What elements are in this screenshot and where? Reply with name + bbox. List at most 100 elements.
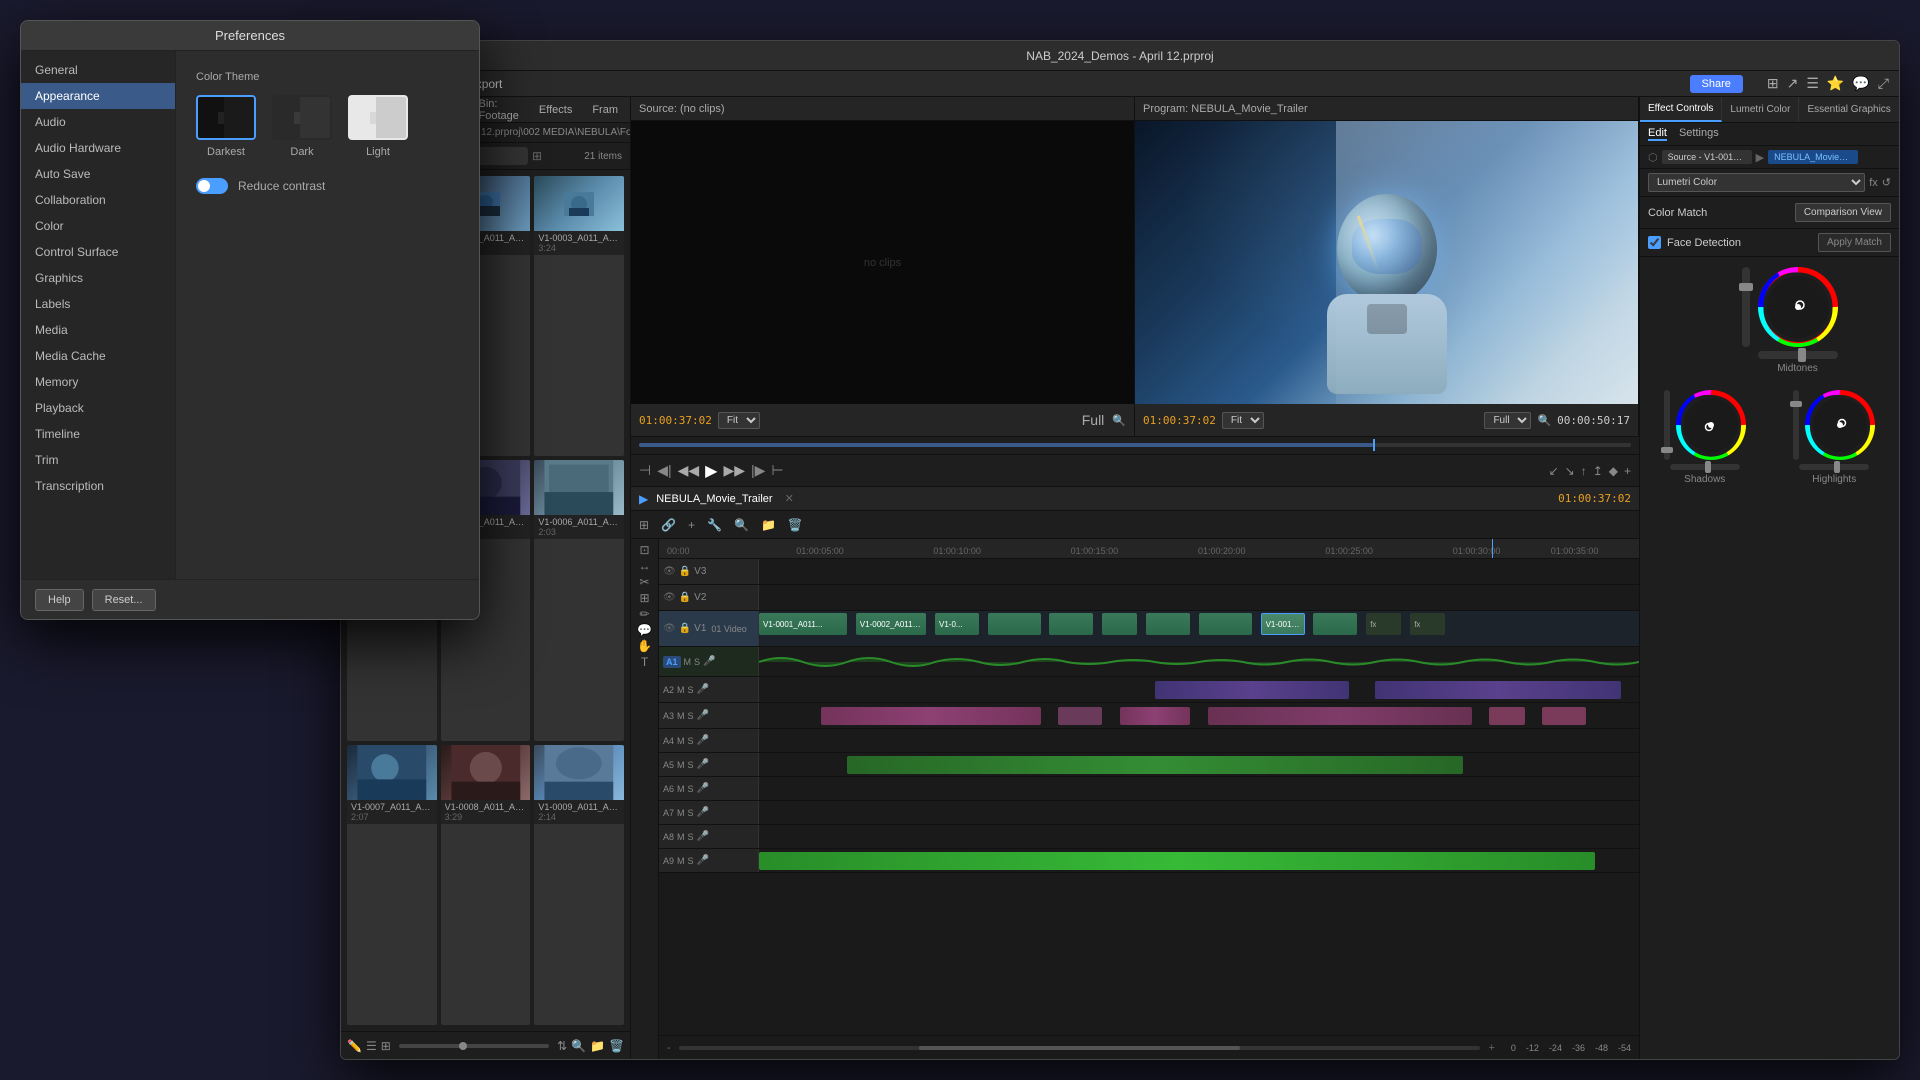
media-clip-8[interactable]: V1-0008_A011_A02... 3:29 [441, 745, 531, 1025]
pref-item-transcription[interactable]: Transcription [21, 473, 175, 499]
pref-item-control-surface[interactable]: Control Surface [21, 239, 175, 265]
a6-solo[interactable]: S [688, 784, 694, 794]
v1-clip-2[interactable]: V1-0002_A011_A005_0112... [856, 613, 926, 635]
timeline-wrench-icon[interactable]: 🔧 [703, 516, 726, 534]
a1-track-content[interactable] [759, 647, 1639, 676]
tab-lumetri-color[interactable]: Lumetri Color [1722, 97, 1799, 122]
a5-solo[interactable]: S [688, 760, 694, 770]
pen-icon[interactable]: ✏ [639, 607, 649, 621]
v1-track-content[interactable]: V1-0001_A011... V1-0002_A011_A005_0112..… [759, 611, 1639, 646]
a3-solo[interactable]: S [688, 711, 694, 721]
v1-clip-fx1[interactable]: fx [1366, 613, 1401, 635]
shadows-h-slider[interactable] [1670, 464, 1740, 470]
v1-clip-fx2[interactable]: fx [1410, 613, 1445, 635]
a2-clip1[interactable] [1155, 681, 1349, 699]
delete-icon[interactable]: 🗑️ [609, 1039, 624, 1053]
v2-lock-icon[interactable]: 🔒 [679, 592, 691, 603]
pref-item-memory[interactable]: Memory [21, 369, 175, 395]
play-button[interactable]: ▶ [705, 461, 717, 481]
snap-icon[interactable]: ⊞ [635, 516, 653, 534]
a6-track-content[interactable] [759, 777, 1639, 800]
v1-clip-1[interactable]: V1-0001_A011... [759, 613, 847, 635]
theme-swatch-light[interactable] [348, 95, 408, 140]
timeline-search-icon[interactable]: 🔍 [730, 516, 753, 534]
a5-clip[interactable] [847, 756, 1463, 774]
add-marker-icon[interactable]: ◆ [1609, 464, 1618, 478]
tab-bin[interactable]: Bin: Footage [475, 96, 523, 124]
reset-button[interactable]: Reset... [92, 589, 156, 611]
a7-mic-icon[interactable]: 🎤 [697, 807, 709, 818]
zoom-slider[interactable] [399, 1044, 549, 1048]
comparison-view-button[interactable]: Comparison View [1795, 203, 1891, 222]
a9-mute[interactable]: M [677, 856, 685, 866]
a3-track-content[interactable] [759, 703, 1639, 728]
a9-solo[interactable]: S [688, 856, 694, 866]
tab-effect-controls[interactable]: Effect Controls [1640, 97, 1722, 122]
pref-item-trim[interactable]: Trim [21, 447, 175, 473]
pref-item-color[interactable]: Color [21, 213, 175, 239]
v1-clip-8[interactable] [1199, 613, 1252, 635]
comment-icon[interactable]: 💬 [637, 623, 652, 637]
source-clip-chip[interactable]: Source - V1-0013_A01... [1662, 150, 1752, 164]
overwrite-icon[interactable]: ↘ [1565, 464, 1575, 478]
review-icon[interactable]: ⭐ [1827, 75, 1844, 92]
program-fit-select[interactable]: Fit [1222, 412, 1264, 429]
a3-clip5[interactable] [1489, 707, 1524, 725]
a9-clip[interactable] [759, 852, 1595, 870]
v3-eye-icon[interactable]: 👁 [663, 566, 676, 577]
a3-clip4[interactable] [1208, 707, 1472, 725]
track-select-icon[interactable]: ⊡ [639, 543, 649, 557]
button-editor-icon[interactable]: + [1624, 464, 1631, 478]
v1-clip-9[interactable] [1313, 613, 1357, 635]
timeline-zoom-bar[interactable] [679, 1046, 1481, 1050]
a4-mic-icon[interactable]: 🎤 [697, 735, 709, 746]
v2-track-content[interactable] [759, 585, 1639, 610]
pref-item-timeline[interactable]: Timeline [21, 421, 175, 447]
a9-mic-icon[interactable]: 🎤 [697, 855, 709, 866]
mark-in-icon[interactable]: ⊣ [639, 462, 651, 479]
share-icon[interactable]: ↗ [1787, 75, 1799, 92]
a9-track-content[interactable] [759, 849, 1639, 872]
insert-icon[interactable]: ↙ [1549, 464, 1559, 478]
highlights-v-slider[interactable] [1793, 390, 1799, 460]
v3-track-content[interactable] [759, 559, 1639, 584]
a6-mic-icon[interactable]: 🎤 [697, 783, 709, 794]
midtones-h-slider[interactable] [1758, 351, 1838, 359]
a4-solo[interactable]: S [688, 736, 694, 746]
v1-lock-icon[interactable]: 🔒 [679, 623, 691, 634]
pref-item-playback[interactable]: Playback [21, 395, 175, 421]
highlights-v-handle[interactable] [1790, 401, 1802, 407]
hand-icon[interactable]: ✋ [637, 639, 652, 653]
highlights-h-handle[interactable] [1834, 461, 1840, 473]
mark-out-icon[interactable]: ⊢ [771, 462, 783, 479]
pref-item-auto-save[interactable]: Auto Save [21, 161, 175, 187]
pref-item-appearance[interactable]: Appearance [21, 83, 175, 109]
ripple-icon[interactable]: ↔ [639, 559, 651, 573]
a5-mic-icon[interactable]: 🎤 [697, 759, 709, 770]
pref-item-media-cache[interactable]: Media Cache [21, 343, 175, 369]
pref-item-graphics[interactable]: Graphics [21, 265, 175, 291]
theme-swatch-dark[interactable] [272, 95, 332, 140]
step-back-icon[interactable]: ◀| [657, 462, 671, 479]
media-clip-7[interactable]: V1-0007_A011_A02... 2:07 [347, 745, 437, 1025]
subtab-edit[interactable]: Edit [1648, 127, 1667, 141]
highlights-h-slider[interactable] [1799, 464, 1869, 470]
theme-option-darkest[interactable]: Darkest [196, 95, 256, 158]
timeline-folder-icon[interactable]: 📁 [757, 516, 780, 534]
edit-icon[interactable]: ✏️ [347, 1039, 362, 1053]
timeline-close-icon[interactable]: ✕ [785, 492, 794, 505]
midtones-v-slider[interactable] [1742, 267, 1750, 347]
pref-item-general[interactable]: General [21, 57, 175, 83]
a7-mute[interactable]: M [677, 808, 685, 818]
a8-solo[interactable]: S [688, 832, 694, 842]
a6-mute[interactable]: M [677, 784, 685, 794]
help-button[interactable]: Help [35, 589, 84, 611]
midtones-h-handle[interactable] [1798, 348, 1806, 362]
share-button[interactable]: Share [1690, 75, 1743, 93]
a7-solo[interactable]: S [688, 808, 694, 818]
dest-clip-chip[interactable]: NEBULA_Movie_Trailer - V1-0... [1768, 150, 1858, 164]
a1-solo[interactable]: S [694, 657, 700, 667]
search-clip-icon[interactable]: 🔍 [571, 1039, 586, 1053]
a5-track-content[interactable] [759, 753, 1639, 776]
shadows-v-slider[interactable] [1664, 390, 1670, 460]
